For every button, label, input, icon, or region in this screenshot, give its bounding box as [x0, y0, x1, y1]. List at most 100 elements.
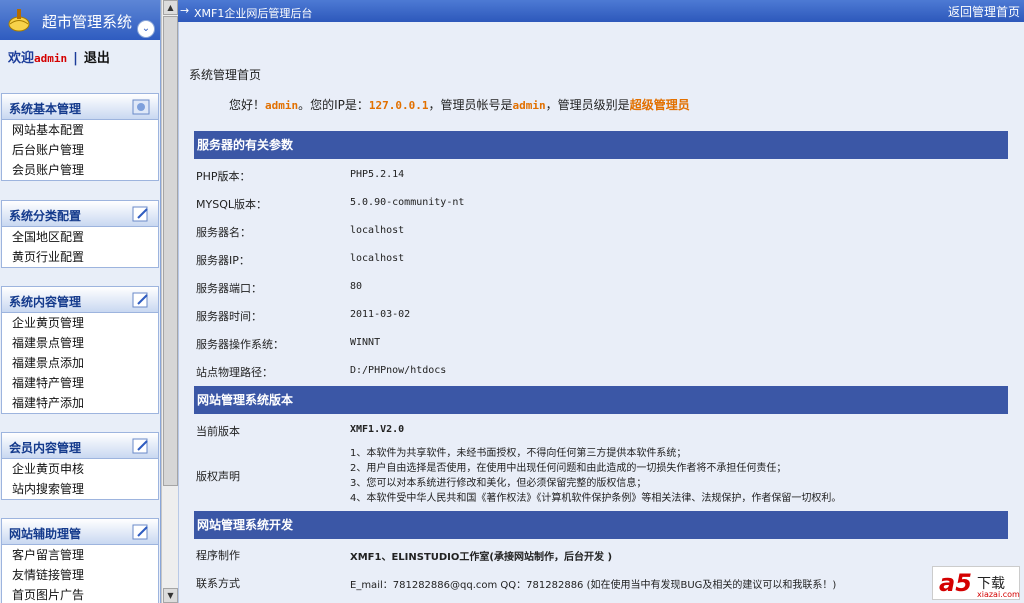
menu-group-header[interactable]: 系统基本管理: [2, 94, 158, 120]
menu-group-header[interactable]: 系统内容管理: [2, 287, 158, 313]
arrow-right-icon: →: [180, 4, 190, 17]
row-value: 2011-03-02: [350, 309, 411, 320]
section-header-dev: 网站管理系统开发: [194, 511, 1008, 539]
sidebar-item-banner-ads[interactable]: 首页图片广告: [2, 585, 158, 603]
menu-group-assist: 网站辅助理管 客户留言管理 友情链接管理 首页图片广告: [1, 518, 159, 603]
row-value: localhost: [350, 253, 405, 264]
row-label: 服务器IP：: [196, 254, 250, 267]
watermark-url: xiazai.com: [977, 590, 1020, 599]
greeting-hello: 您好！: [229, 98, 266, 112]
row-label: 当前版本: [196, 425, 240, 438]
row-value: 80: [350, 281, 363, 292]
row-label: 服务器操作系统：: [196, 338, 284, 351]
server-row-os: 服务器操作系统： WINNT: [194, 329, 1008, 357]
row-value: D:/PHPnow/htdocs: [350, 365, 447, 376]
row-label: 程序制作: [196, 549, 240, 562]
sidebar-item-specialty-manage[interactable]: 福建特产管理: [2, 373, 158, 393]
sidebar-title: 超市管理系统: [42, 13, 133, 31]
sidebar-item-links-manage[interactable]: 友情链接管理: [2, 565, 158, 585]
sidebar-item-scenic-add[interactable]: 福建景点添加: [2, 353, 158, 373]
copyright-line: 1、本软件为共享软件，未经书面授权，不得向任何第三方提供本软件系统；: [350, 448, 687, 459]
version-row-copyright: 版权声明 1、本软件为共享软件，未经书面授权，不得向任何第三方提供本软件系统； …: [194, 446, 1008, 508]
logout-link[interactable]: 退出: [84, 51, 110, 66]
menu-group-title: 网站辅助理管: [9, 527, 82, 541]
section-header-version: 网站管理系统版本: [194, 386, 1008, 414]
edit-icon: [132, 292, 148, 308]
greeting-line: 您好！admin。您的IP是：127.0.0.1，管理员帐号是admin，管理员…: [229, 96, 690, 113]
sidebar-item-yellowpage-manage[interactable]: 企业黄页管理: [2, 313, 158, 333]
sidebar-scrollbar[interactable]: ▲ ▼: [161, 0, 178, 603]
settings-icon: [132, 99, 150, 115]
server-row-time: 服务器时间： 2011-03-02: [194, 301, 1008, 329]
greeting-account-label: ，管理员帐号是: [428, 98, 513, 112]
dev-row-maker: 程序制作 XMF1、ELINSTUDIO工作室(承接网站制作，后台开发 ): [194, 540, 1008, 568]
greeting-ip: 127.0.0.1: [368, 99, 429, 112]
back-to-home-link[interactable]: 返回管理首页: [948, 3, 1020, 20]
row-value: localhost: [350, 225, 405, 236]
sidebar-header: 超市管理系统 ⌄: [0, 0, 160, 40]
edit-icon: [132, 524, 148, 540]
section-header-server: 服务器的有关参数: [194, 131, 1008, 159]
welcome-separator: |: [73, 51, 78, 66]
main-content: 系统管理首页 您好！admin。您的IP是：127.0.0.1，管理员帐号是ad…: [178, 22, 1024, 603]
greeting-username: admin: [265, 99, 299, 112]
sidebar-item-message-manage[interactable]: 客户留言管理: [2, 545, 158, 565]
row-label: 服务器端口：: [196, 282, 262, 295]
menu-group-member: 会员内容管理 企业黄页申核 站内搜索管理: [1, 432, 159, 500]
sidebar-item-scenic-manage[interactable]: 福建景点管理: [2, 333, 158, 353]
row-label: 版权声明: [196, 470, 240, 483]
top-bar: → XMF1企业网后管理后台 返回管理首页: [178, 0, 1024, 22]
menu-group-basic: 系统基本管理 网站基本配置 后台账户管理 会员账户管理: [1, 93, 159, 181]
scroll-up-icon[interactable]: ▲: [163, 0, 178, 15]
sidebar: 超市管理系统 ⌄ 欢迎admin | 退出 系统基本管理 网站基本配置 后台账户管理…: [0, 0, 161, 603]
menu-group-title: 系统分类配置: [9, 209, 82, 223]
server-row-name: 服务器名： localhost: [194, 217, 1008, 245]
row-value: XMF1.V2.0: [350, 424, 405, 435]
row-label: 服务器时间：: [196, 310, 262, 323]
edit-icon: [132, 206, 148, 222]
greeting-level-label: ，管理员级别是: [545, 98, 630, 112]
menu-group-header[interactable]: 网站辅助理管: [2, 519, 158, 545]
page-title: 系统管理首页: [189, 68, 262, 82]
row-label: MYSQL版本：: [196, 198, 267, 211]
greeting-account: admin: [512, 99, 546, 112]
sidebar-item-industry-config[interactable]: 黄页行业配置: [2, 247, 158, 267]
sidebar-item-yellowpage-review[interactable]: 企业黄页申核: [2, 459, 158, 479]
sidebar-item-member-accounts[interactable]: 会员账户管理: [2, 160, 158, 180]
menu-group-title: 会员内容管理: [9, 441, 82, 455]
menu-group-title: 系统基本管理: [9, 102, 82, 116]
server-row-path: 站点物理路径： D:/PHPnow/htdocs: [194, 357, 1008, 385]
row-label: 服务器名：: [196, 226, 251, 239]
welcome-label: 欢迎: [8, 51, 35, 66]
watermark-logo: a5 下载 xiazai.com: [932, 566, 1020, 600]
collapse-icon[interactable]: ⌄: [137, 20, 155, 38]
row-value: WINNT: [350, 337, 381, 348]
sidebar-item-site-config[interactable]: 网站基本配置: [2, 120, 158, 140]
broom-icon: [8, 9, 30, 32]
scroll-thumb[interactable]: [163, 16, 178, 486]
menu-group-title: 系统内容管理: [9, 295, 82, 309]
menu-group-header[interactable]: 会员内容管理: [2, 433, 158, 459]
sidebar-item-specialty-add[interactable]: 福建特产添加: [2, 393, 158, 413]
sidebar-item-admin-accounts[interactable]: 后台账户管理: [2, 140, 158, 160]
menu-group-category: 系统分类配置 全国地区配置 黄页行业配置: [1, 200, 159, 268]
sidebar-item-region-config[interactable]: 全国地区配置: [2, 227, 158, 247]
edit-icon: [132, 438, 148, 454]
copyright-line: 2、用户自由选择是否使用，在使用中出现任何问题和由此造成的一切损失作者将不承担任…: [350, 463, 787, 474]
menu-group-header[interactable]: 系统分类配置: [2, 201, 158, 227]
sidebar-item-search-manage[interactable]: 站内搜索管理: [2, 479, 158, 499]
row-label: 站点物理路径：: [196, 366, 273, 379]
server-row-ip: 服务器IP： localhost: [194, 245, 1008, 273]
copyright-text: 1、本软件为共享软件，未经书面授权，不得向任何第三方提供本软件系统； 2、用户自…: [350, 446, 841, 506]
row-label: PHP版本：: [196, 170, 251, 183]
row-value: 5.0.90-community-nt: [350, 197, 465, 208]
server-row-php: PHP版本： PHP5.2.14: [194, 161, 1008, 189]
server-row-port: 服务器端口： 80: [194, 273, 1008, 301]
row-label: 联系方式: [196, 577, 240, 590]
row-value: XMF1、ELINSTUDIO工作室(承接网站制作，后台开发 ): [350, 552, 613, 563]
version-row-current: 当前版本 XMF1.V2.0: [194, 416, 1008, 444]
dev-row-contact: 联系方式 E_mail：781282886@qq.com QQ：781282886…: [194, 568, 1008, 596]
scroll-down-icon[interactable]: ▼: [163, 588, 178, 603]
greeting-level: 超级管理员: [629, 98, 690, 112]
breadcrumb: XMF1企业网后管理后台: [194, 7, 313, 20]
